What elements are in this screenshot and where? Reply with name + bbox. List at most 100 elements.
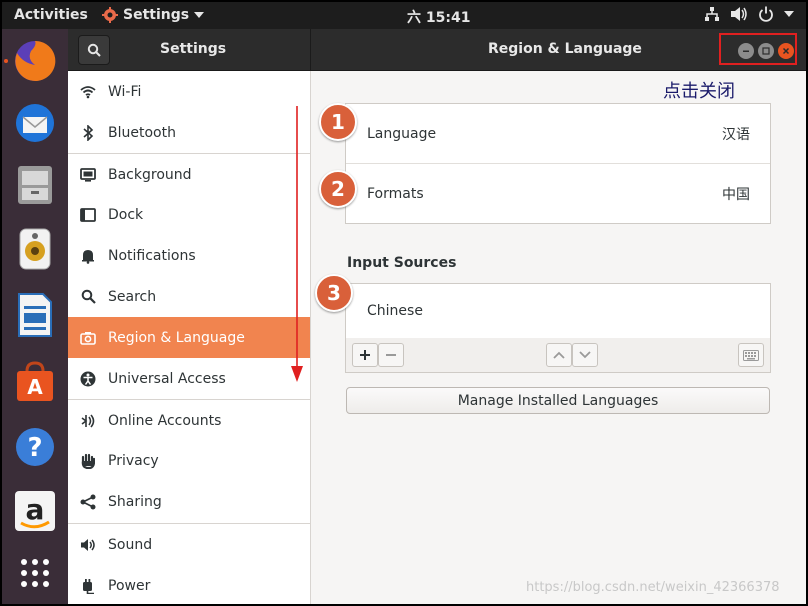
- dock-thunderbird[interactable]: [11, 99, 59, 147]
- online-accounts-icon: [81, 413, 95, 428]
- keyboard-layout-button[interactable]: [738, 343, 764, 367]
- settings-title: Settings: [160, 41, 227, 57]
- firefox-icon: [15, 40, 56, 81]
- activities-button[interactable]: Activities: [14, 7, 88, 23]
- dock-firefox[interactable]: [11, 37, 59, 85]
- sidebar-item-search[interactable]: Search: [68, 276, 310, 317]
- sidebar-item-label: Background: [108, 166, 192, 183]
- move-down-button[interactable]: [572, 343, 598, 367]
- power-plug-icon: [83, 578, 94, 594]
- dock-show-applications[interactable]: [11, 549, 59, 597]
- ubuntu-software-icon: A: [17, 361, 53, 401]
- language-row[interactable]: Language 汉语: [346, 104, 770, 164]
- sidebar-item-label: Power: [108, 577, 151, 594]
- dock-rhythmbox[interactable]: [11, 225, 59, 273]
- step-badge-3: 3: [315, 274, 353, 312]
- sidebar-item-label: Universal Access: [108, 370, 226, 387]
- header-divider: [310, 29, 311, 70]
- sidebar-item-label: Bluetooth: [108, 124, 176, 141]
- sidebar-item-universal-access[interactable]: Universal Access: [68, 358, 310, 399]
- sidebar-item-label: Sound: [108, 536, 153, 553]
- sidebar-item-region-language[interactable]: Region & Language: [68, 317, 310, 358]
- header-bar: Settings Region & Language: [68, 29, 806, 71]
- bluetooth-icon: [83, 124, 94, 141]
- sidebar-item-wifi[interactable]: Wi-Fi: [68, 71, 310, 112]
- maximize-button[interactable]: [758, 43, 774, 59]
- input-source-row[interactable]: Chinese: [346, 284, 770, 338]
- sidebar-item-sound[interactable]: Sound: [68, 523, 310, 565]
- wifi-icon: [80, 85, 96, 98]
- settings-sidebar: Wi-Fi Bluetooth Background Dock Notifica…: [68, 71, 311, 604]
- sidebar-item-online-accounts[interactable]: Online Accounts: [68, 399, 310, 441]
- manage-installed-languages-button[interactable]: Manage Installed Languages: [346, 387, 770, 414]
- watermark: https://blog.csdn.net/weixin_42366378: [526, 580, 780, 595]
- formats-value: 中国: [722, 186, 750, 203]
- scroll-down-arrow-annotation: [291, 106, 303, 382]
- app-menu[interactable]: Settings: [102, 7, 205, 23]
- sidebar-item-privacy[interactable]: Privacy: [68, 440, 310, 481]
- sidebar-item-notifications[interactable]: Notifications: [68, 235, 310, 276]
- search-button[interactable]: [78, 35, 110, 65]
- minimize-button[interactable]: [738, 43, 754, 59]
- dock-amazon[interactable]: a: [11, 487, 59, 535]
- sidebar-item-background[interactable]: Background: [68, 153, 310, 195]
- close-annotation-text: 点击关闭: [663, 81, 735, 102]
- files-icon: [18, 166, 52, 204]
- chevron-down-icon: [194, 12, 205, 18]
- background-icon: [80, 167, 96, 182]
- sidebar-item-label: Dock: [108, 206, 144, 223]
- move-up-button[interactable]: [546, 343, 572, 367]
- running-indicator: [4, 59, 8, 63]
- step-badge-2: 2: [319, 170, 357, 208]
- top-bar: Activities Settings 六 15:41: [2, 2, 806, 29]
- add-input-source-button[interactable]: [352, 343, 378, 367]
- dock-libreoffice-writer[interactable]: [11, 291, 59, 339]
- input-sources-toolbar: [345, 338, 771, 373]
- dock-files[interactable]: [11, 161, 59, 209]
- sidebar-item-sharing[interactable]: Sharing: [68, 481, 310, 522]
- system-menu[interactable]: [704, 6, 794, 22]
- search-icon: [81, 289, 96, 304]
- dock-help[interactable]: ?: [11, 423, 59, 471]
- language-formats-card: Language 汉语 Formats 中国: [345, 103, 771, 224]
- sidebar-item-power[interactable]: Power: [68, 565, 310, 604]
- sidebar-item-bluetooth[interactable]: Bluetooth: [68, 112, 310, 153]
- input-source-label: Chinese: [367, 303, 423, 319]
- clock[interactable]: 六 15:41: [407, 7, 470, 27]
- libreoffice-writer-icon: [18, 293, 52, 337]
- camera-icon: [80, 331, 96, 345]
- formats-label: Formats: [367, 185, 424, 202]
- sidebar-item-label: Wi-Fi: [108, 83, 142, 100]
- minus-icon: [386, 354, 396, 356]
- desktop-screen: Activities Settings 六 15:41 A ? a Settin…: [2, 2, 806, 604]
- dock-icon: [80, 207, 96, 222]
- dock-ubuntu-software[interactable]: A: [11, 357, 59, 405]
- settings-gear-icon: [102, 7, 118, 23]
- keyboard-icon: [743, 349, 759, 361]
- remove-input-source-button[interactable]: [378, 343, 404, 367]
- speaker-icon: [81, 538, 95, 551]
- search-icon: [87, 43, 101, 57]
- maximize-icon: [762, 47, 770, 55]
- close-icon: [782, 47, 790, 55]
- hand-icon: [81, 453, 95, 469]
- region-language-panel: 点击关闭 Language 汉语 Formats 中国 1 2 Input So…: [311, 71, 806, 604]
- volume-icon: [731, 7, 747, 21]
- app-menu-label: Settings: [123, 7, 190, 23]
- sidebar-item-label: Sharing: [108, 493, 162, 510]
- formats-row[interactable]: Formats 中国: [346, 164, 770, 223]
- close-button[interactable]: [778, 43, 794, 59]
- sidebar-item-dock[interactable]: Dock: [68, 194, 310, 235]
- page-title: Region & Language: [488, 41, 642, 57]
- sidebar-item-label: Notifications: [108, 247, 196, 264]
- share-icon: [80, 494, 96, 509]
- sidebar-item-label: Region & Language: [108, 329, 245, 346]
- thunderbird-icon: [16, 104, 54, 142]
- amazon-icon: a: [15, 491, 55, 531]
- dock: A ? a: [2, 29, 68, 604]
- sidebar-item-label: Online Accounts: [108, 412, 222, 429]
- language-label: Language: [367, 125, 437, 142]
- help-icon: ?: [16, 428, 54, 466]
- input-sources-title: Input Sources: [347, 255, 457, 271]
- minimize-icon: [743, 50, 749, 52]
